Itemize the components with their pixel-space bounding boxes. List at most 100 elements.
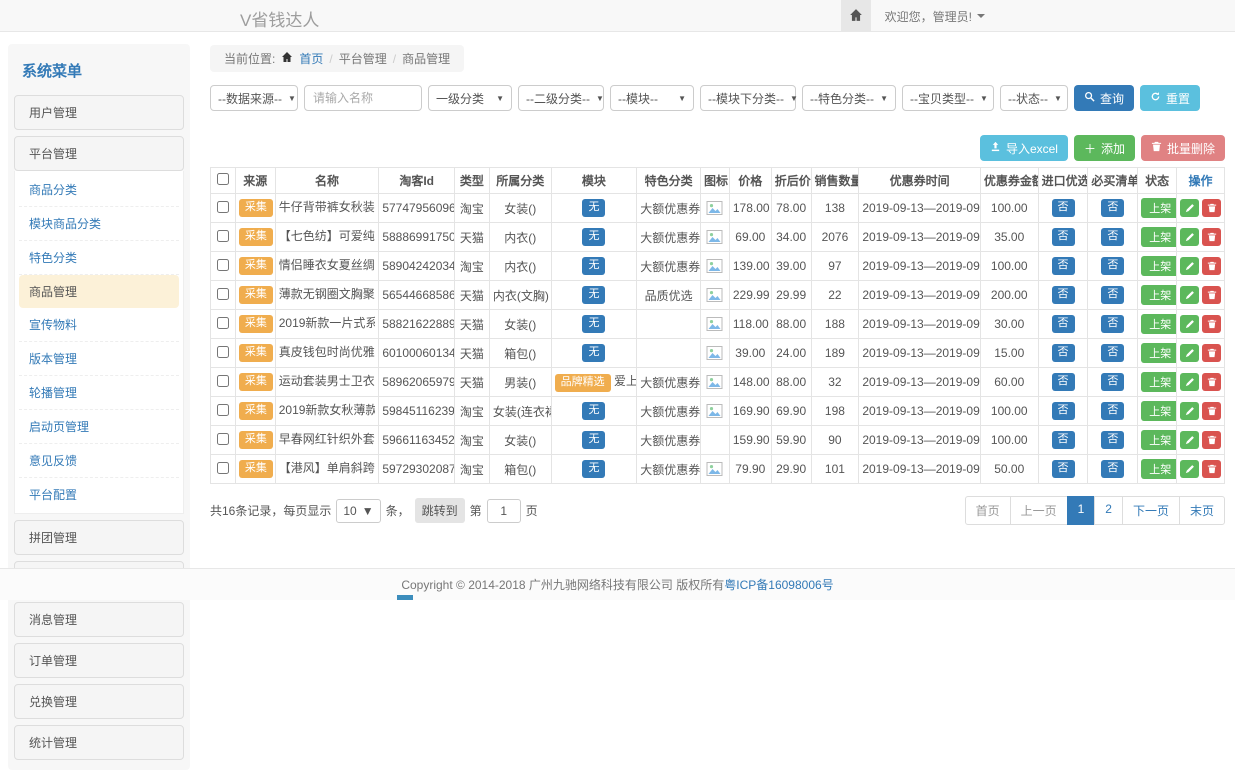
page-button[interactable]: 首页 — [965, 496, 1011, 525]
edit-button[interactable] — [1180, 199, 1199, 217]
delete-button[interactable] — [1202, 228, 1221, 246]
sidebar-group[interactable]: 消息管理 — [14, 602, 184, 637]
row-checkbox[interactable] — [217, 375, 229, 387]
sidebar-group[interactable]: 平台管理 — [14, 136, 184, 171]
sidebar-item[interactable]: 平台配置 — [19, 478, 179, 511]
add-button[interactable]: ＋ 添加 — [1074, 135, 1135, 161]
select-all-checkbox[interactable] — [217, 173, 229, 185]
level2-category-select[interactable]: --二级分类--▼ — [518, 85, 604, 111]
import-select-badge[interactable]: 否 — [1052, 402, 1075, 419]
edit-button[interactable] — [1180, 402, 1199, 420]
row-checkbox[interactable] — [217, 230, 229, 242]
must-buy-badge[interactable]: 否 — [1101, 431, 1124, 448]
edit-button[interactable] — [1180, 373, 1199, 391]
delete-button[interactable] — [1202, 373, 1221, 391]
sidebar-group[interactable]: 统计管理 — [14, 725, 184, 760]
delete-button[interactable] — [1202, 257, 1221, 275]
page-button[interactable]: 下一页 — [1122, 496, 1180, 525]
page-number-input[interactable] — [487, 499, 521, 523]
status-button[interactable]: 上架 — [1141, 343, 1176, 363]
must-buy-badge[interactable]: 否 — [1101, 373, 1124, 390]
edit-button[interactable] — [1180, 286, 1199, 304]
delete-button[interactable] — [1202, 460, 1221, 478]
edit-button[interactable] — [1180, 431, 1199, 449]
import-select-badge[interactable]: 否 — [1052, 315, 1075, 332]
per-page-select[interactable]: 10 ▼ — [336, 499, 380, 523]
row-checkbox[interactable] — [217, 433, 229, 445]
row-checkbox[interactable] — [217, 201, 229, 213]
must-buy-badge[interactable]: 否 — [1101, 228, 1124, 245]
jump-button[interactable]: 跳转到 — [415, 498, 465, 523]
delete-button[interactable] — [1202, 315, 1221, 333]
module-subcategory-select[interactable]: --模块下分类--▼ — [700, 85, 796, 111]
must-buy-badge[interactable]: 否 — [1101, 257, 1124, 274]
item-type-select[interactable]: --宝贝类型--▼ — [902, 85, 994, 111]
row-checkbox[interactable] — [217, 462, 229, 474]
search-button[interactable]: 查询 — [1074, 85, 1134, 111]
sidebar-item[interactable]: 模块商品分类 — [19, 207, 179, 241]
import-select-badge[interactable]: 否 — [1052, 373, 1075, 390]
delete-button[interactable] — [1202, 199, 1221, 217]
must-buy-badge[interactable]: 否 — [1101, 199, 1124, 216]
user-menu[interactable]: 欢迎您，管理员! — [885, 8, 985, 25]
delete-button[interactable] — [1202, 402, 1221, 420]
must-buy-badge[interactable]: 否 — [1101, 315, 1124, 332]
sidebar-group[interactable]: 订单管理 — [14, 643, 184, 678]
status-button[interactable]: 上架 — [1141, 401, 1176, 421]
sidebar-group[interactable]: 兑换管理 — [14, 684, 184, 719]
sidebar-item[interactable]: 特色分类 — [19, 241, 179, 275]
reset-button[interactable]: 重置 — [1140, 85, 1200, 111]
must-buy-badge[interactable]: 否 — [1101, 286, 1124, 303]
home-button[interactable] — [841, 0, 871, 32]
page-button[interactable]: 2 — [1094, 496, 1123, 525]
must-buy-badge[interactable]: 否 — [1101, 402, 1124, 419]
import-excel-button[interactable]: 导入excel — [980, 135, 1068, 161]
import-select-badge[interactable]: 否 — [1052, 257, 1075, 274]
sidebar-item[interactable]: 意见反馈 — [19, 444, 179, 478]
import-select-badge[interactable]: 否 — [1052, 228, 1075, 245]
must-buy-badge[interactable]: 否 — [1101, 344, 1124, 361]
row-checkbox[interactable] — [217, 404, 229, 416]
batch-delete-button[interactable]: 批量删除 — [1141, 135, 1225, 161]
row-checkbox[interactable] — [217, 346, 229, 358]
status-button[interactable]: 上架 — [1141, 314, 1176, 334]
row-checkbox[interactable] — [217, 259, 229, 271]
edit-button[interactable] — [1180, 344, 1199, 362]
import-select-badge[interactable]: 否 — [1052, 199, 1075, 216]
name-search-input[interactable] — [304, 85, 422, 111]
sidebar-item[interactable]: 商品分类 — [19, 173, 179, 207]
page-button[interactable]: 上一页 — [1010, 496, 1068, 525]
edit-button[interactable] — [1180, 257, 1199, 275]
import-select-badge[interactable]: 否 — [1052, 344, 1075, 361]
status-select[interactable]: --状态--▼ — [1000, 85, 1068, 111]
status-button[interactable]: 上架 — [1141, 227, 1176, 247]
delete-button[interactable] — [1202, 344, 1221, 362]
status-button[interactable]: 上架 — [1141, 430, 1176, 450]
sidebar-group[interactable]: 用户管理 — [14, 95, 184, 130]
sidebar-item[interactable]: 商品管理 — [19, 275, 179, 308]
delete-button[interactable] — [1202, 286, 1221, 304]
status-button[interactable]: 上架 — [1141, 285, 1176, 305]
status-button[interactable]: 上架 — [1141, 256, 1176, 276]
row-checkbox[interactable] — [217, 317, 229, 329]
feature-category-select[interactable]: --特色分类--▼ — [802, 85, 896, 111]
level1-category-select[interactable]: 一级分类▼ — [428, 85, 512, 111]
sidebar-item[interactable]: 宣传物料 — [19, 308, 179, 342]
sidebar-item[interactable]: 轮播管理 — [19, 376, 179, 410]
status-button[interactable]: 上架 — [1141, 198, 1176, 218]
data-source-select[interactable]: --数据来源--▼ — [210, 85, 298, 111]
row-checkbox[interactable] — [217, 288, 229, 300]
status-button[interactable]: 上架 — [1141, 459, 1176, 479]
delete-button[interactable] — [1202, 431, 1221, 449]
page-button[interactable]: 末页 — [1179, 496, 1225, 525]
edit-button[interactable] — [1180, 315, 1199, 333]
edit-button[interactable] — [1180, 228, 1199, 246]
module-select[interactable]: --模块--▼ — [610, 85, 694, 111]
page-button[interactable]: 1 — [1067, 496, 1096, 525]
sidebar-group[interactable]: 拼团管理 — [14, 520, 184, 555]
sidebar-item[interactable]: 版本管理 — [19, 342, 179, 376]
icp-link[interactable]: 粤ICP备16098006号 — [724, 576, 833, 593]
import-select-badge[interactable]: 否 — [1052, 460, 1075, 477]
sidebar-item[interactable]: 启动页管理 — [19, 410, 179, 444]
status-button[interactable]: 上架 — [1141, 372, 1176, 392]
